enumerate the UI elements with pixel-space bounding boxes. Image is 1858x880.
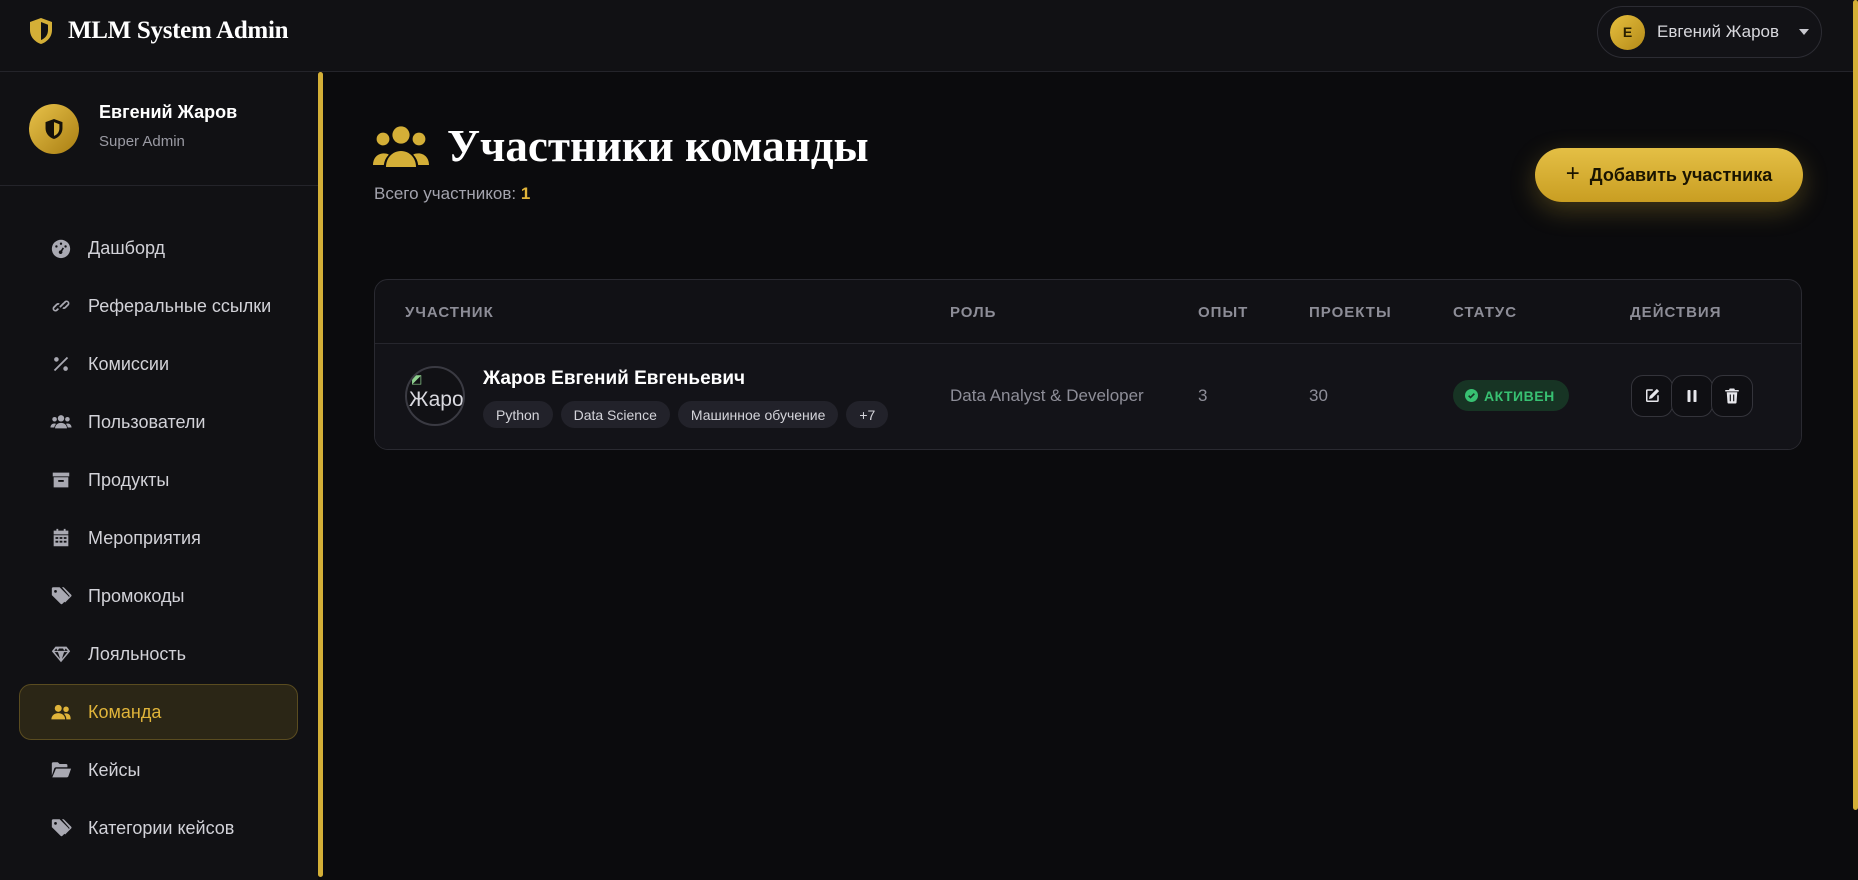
members-count: Всего участников: 1 [374, 184, 530, 204]
add-member-label: Добавить участника [1589, 164, 1773, 185]
members-table: УЧАСТНИК РОЛЬ ОПЫТ ПРОЕКТЫ СТАТУС ДЕЙСТВ… [374, 279, 1802, 450]
column-header-role[interactable]: РОЛЬ [950, 304, 996, 321]
sidebar-item-team[interactable]: Команда [19, 684, 298, 740]
member-avatar: ◩ Жаров [405, 366, 465, 426]
sidebar-item-label: Команда [88, 701, 162, 722]
page-title: Участники команды [447, 121, 869, 171]
member-name: Жаров Евгений Евгеньевич [483, 368, 746, 389]
more-skills-tag[interactable]: +7 [846, 401, 889, 428]
users-icon [50, 415, 72, 429]
sidebar-item-referral-links[interactable]: Реферальные ссылки [19, 278, 298, 334]
user-name: Евгений Жаров [1657, 22, 1780, 41]
page-heading: Участники команды [373, 120, 869, 172]
profile-name: Евгений Жаров [99, 102, 238, 122]
sidebar-item-users[interactable]: Пользователи [19, 394, 298, 450]
tags-icon [51, 819, 72, 837]
dashboard-icon [51, 239, 71, 259]
column-header-status[interactable]: СТАТУС [1453, 304, 1517, 321]
link-icon [52, 300, 70, 312]
status-badge: АКТИВЕН [1453, 380, 1569, 411]
pause-icon [1687, 390, 1697, 402]
delete-button[interactable] [1711, 375, 1753, 417]
calendar-icon [53, 528, 69, 547]
pause-button[interactable] [1671, 375, 1713, 417]
sidebar-item-label: Лояльность [88, 643, 187, 664]
members-count-value: 1 [520, 184, 531, 203]
column-header-experience[interactable]: ОПЫТ [1198, 304, 1248, 321]
check-circle-icon [1465, 389, 1478, 402]
skill-tag: Машинное обучение [677, 401, 839, 428]
sidebar-item-events[interactable]: Мероприятия [19, 510, 298, 566]
sidebar-item-commissions[interactable]: Комиссии [19, 336, 298, 392]
sidebar-item-cases[interactable]: Кейсы [19, 742, 298, 798]
team-icon [373, 126, 429, 167]
edit-icon [1646, 388, 1660, 402]
top-bar: MLM System Admin Е Евгений Жаров [0, 0, 1858, 72]
sidebar-item-promocodes[interactable]: Промокоды [19, 568, 298, 624]
table-header: УЧАСТНИК РОЛЬ ОПЫТ ПРОЕКТЫ СТАТУС ДЕЙСТВ… [375, 280, 1801, 344]
sidebar-profile: Евгений Жаров Super Admin [0, 72, 318, 186]
shield-icon [45, 119, 63, 139]
sidebar-item-label: Продукты [88, 469, 170, 490]
avatar: Е [1610, 14, 1645, 50]
brand[interactable]: MLM System Admin [28, 16, 289, 46]
member-projects: 30 [1309, 386, 1328, 405]
shield-icon [30, 18, 52, 44]
sidebar-item-label: Категории кейсов [88, 817, 235, 838]
column-header-projects[interactable]: ПРОЕКТЫ [1309, 304, 1392, 321]
column-header-member[interactable]: УЧАСТНИК [405, 304, 494, 321]
folder-open-icon [51, 762, 72, 778]
main-content: Участники команды Всего участников: 1 + … [323, 72, 1853, 880]
sidebar-item-label: Промокоды [88, 585, 185, 606]
sidebar-item-label: Кейсы [88, 759, 141, 780]
sidebar-item-products[interactable]: Продукты [19, 452, 298, 508]
sidebar: Евгений Жаров Super Admin Дашборд Рефера… [0, 72, 318, 880]
page-scrollbar[interactable] [1853, 0, 1858, 810]
avatar [29, 104, 79, 154]
team-icon [51, 704, 71, 720]
column-header-actions: ДЕЙСТВИЯ [1630, 304, 1722, 321]
edit-button[interactable] [1631, 375, 1673, 417]
members-count-label: Всего участников: [374, 184, 517, 203]
box-icon [52, 472, 70, 488]
member-role: Data Analyst & Developer [950, 386, 1144, 405]
skill-tag: Data Science [560, 401, 670, 428]
skill-tag: Python [483, 401, 553, 428]
sidebar-item-dashboard[interactable]: Дашборд [19, 220, 298, 276]
gem-icon [51, 646, 71, 663]
user-menu-button[interactable]: Е Евгений Жаров [1597, 6, 1822, 58]
tags-icon [51, 587, 72, 605]
sidebar-nav: Дашборд Реферальные ссылки Комиссии Поль… [19, 220, 298, 858]
broken-image-icon: ◩ [411, 372, 423, 386]
sidebar-item-label: Дашборд [88, 237, 166, 258]
sidebar-item-case-categories[interactable]: Категории кейсов [19, 800, 298, 856]
sidebar-item-label: Комиссии [88, 353, 170, 374]
sidebar-item-label: Пользователи [88, 411, 206, 432]
trash-icon [1725, 388, 1739, 404]
plus-icon: + [1565, 160, 1580, 187]
member-skills: Python Data Science Машинное обучение +7 [483, 401, 889, 428]
member-avatar-alt: Жаров [409, 388, 464, 411]
sidebar-item-label: Мероприятия [88, 527, 201, 548]
sidebar-item-loyalty[interactable]: Лояльность [19, 626, 298, 682]
chevron-down-icon [1799, 29, 1810, 35]
member-experience: 3 [1198, 386, 1208, 405]
status-label: АКТИВЕН [1484, 387, 1555, 404]
sidebar-item-label: Реферальные ссылки [88, 295, 272, 316]
profile-role: Super Admin [99, 133, 185, 150]
app-title: MLM System Admin [68, 17, 289, 44]
table-row[interactable]: ◩ Жаров Жаров Евгений Евгеньевич Python … [375, 344, 1801, 449]
percent-icon [53, 356, 69, 372]
add-member-button[interactable]: + Добавить участника [1535, 148, 1803, 202]
